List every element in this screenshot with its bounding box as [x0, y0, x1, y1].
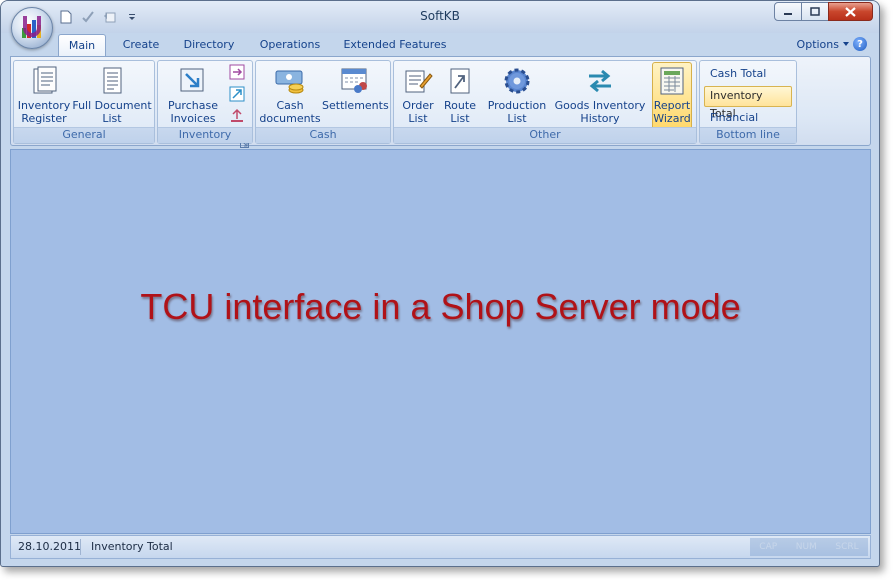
group-cash: Cash documents Settlements Cash — [255, 60, 391, 144]
exchange-arrows-icon — [589, 69, 611, 93]
settlements-icon — [341, 68, 367, 93]
goods-inventory-history-line2: History — [580, 112, 620, 125]
settlements-line1: Settlements — [322, 99, 389, 112]
caps-lock-indicator: CAP — [759, 542, 778, 552]
production-list-button[interactable]: Production List — [484, 63, 550, 127]
cash-documents-line1: Cash — [276, 99, 304, 112]
tab-create[interactable]: Create — [117, 34, 165, 56]
maximize-button[interactable] — [801, 2, 829, 21]
inventory-register-button[interactable]: Inventory Register — [16, 63, 72, 127]
order-list-line2: List — [408, 112, 428, 125]
route-list-icon — [450, 68, 470, 94]
route-list-line1: Route — [444, 99, 476, 112]
report-wizard-line1: Report — [653, 99, 691, 112]
full-document-list-line1: Full Document — [72, 99, 152, 112]
inventory-register-line2: Register — [21, 112, 67, 125]
group-general: Inventory Register Full Document List Ge… — [13, 60, 155, 144]
register-icon — [33, 66, 57, 94]
group-inventory: Purchase Invoices (PI) Inventory — [157, 60, 253, 148]
cash-documents-button[interactable]: Cash documents — [258, 63, 322, 127]
production-list-line1: Production — [487, 99, 547, 112]
route-list-button[interactable]: Route List — [440, 63, 480, 127]
report-wizard-line2: Wizard — [653, 112, 691, 125]
inventory-total-item[interactable]: Inventory Total — [704, 86, 792, 120]
title-bar: SoftKB — [1, 1, 879, 33]
status-current-view: Inventory Total — [91, 540, 173, 553]
inventory-transfer-icon[interactable] — [228, 63, 246, 81]
window-title: SoftKB — [420, 9, 460, 23]
report-wizard-button[interactable]: Report Wizard — [652, 62, 692, 130]
app-window: SoftKB Main Create Directory Operations — [0, 0, 880, 567]
inventory-write-off-icon[interactable] — [228, 85, 246, 103]
status-divider — [80, 539, 81, 555]
production-list-line2: List — [507, 112, 527, 125]
tab-operations[interactable]: Operations — [255, 34, 325, 56]
inventory-return-icon[interactable] — [228, 107, 246, 125]
group-other-label: Other — [394, 127, 696, 143]
main-content-area: TCU interface in a Shop Server mode — [10, 149, 871, 534]
route-list-line2: List — [450, 112, 470, 125]
ribbon-tabs: Main Create Directory Operations Extende… — [1, 34, 879, 58]
financial-result-item[interactable]: Financial Result — [704, 108, 792, 142]
report-icon — [660, 67, 684, 95]
full-document-list-button[interactable]: Full Document List — [72, 63, 152, 127]
group-other: Order List Route List Production List Go… — [393, 60, 697, 144]
full-document-list-line2: List — [102, 112, 122, 125]
close-button[interactable] — [828, 2, 873, 21]
purchase-invoice-icon — [180, 68, 204, 92]
tab-extended-features[interactable]: Extended Features — [341, 34, 449, 56]
order-list-line1: Order — [402, 99, 434, 112]
cash-documents-line2: documents — [259, 112, 321, 125]
group-cash-label: Cash — [256, 127, 390, 143]
scroll-lock-indicator: SCRL — [835, 542, 859, 552]
num-lock-indicator: NUM — [795, 542, 817, 552]
purchase-invoices-button[interactable]: Purchase Invoices (PI) — [160, 63, 226, 138]
group-general-label: General — [14, 127, 154, 143]
gear-icon — [504, 68, 530, 94]
order-list-button[interactable]: Order List — [396, 63, 440, 127]
group-bottom-line-label: Bottom line — [700, 127, 796, 143]
app-logo-icon — [22, 16, 41, 38]
options-menu[interactable]: Options ? — [797, 37, 867, 51]
document-list-icon — [103, 67, 122, 94]
cash-total-item[interactable]: Cash Total — [704, 64, 792, 85]
group-bottom-line: Cash Total Inventory Total Financial Res… — [699, 60, 797, 144]
content-title: TCU interface in a Shop Server mode — [140, 286, 741, 327]
inventory-register-line1: Inventory — [17, 99, 71, 112]
status-date: 28.10.2011 — [18, 540, 81, 553]
app-menu-button[interactable] — [11, 7, 53, 49]
tab-main[interactable]: Main — [58, 34, 106, 58]
tab-directory[interactable]: Directory — [181, 34, 237, 56]
options-label: Options — [796, 37, 839, 51]
purchase-invoices-line1: Purchase — [168, 99, 218, 112]
settlements-button[interactable]: Settlements — [322, 63, 389, 127]
status-key-indicators: CAP NUM SCRL — [750, 538, 868, 556]
ribbon: Inventory Register Full Document List Ge… — [10, 56, 871, 148]
window-controls — [774, 2, 873, 21]
group-inventory-label: Inventory — [158, 127, 252, 143]
goods-inventory-history-button[interactable]: Goods Inventory History — [554, 63, 646, 127]
help-icon[interactable]: ? — [853, 37, 867, 51]
chevron-down-icon — [843, 42, 849, 46]
minimize-button[interactable] — [774, 2, 802, 21]
status-bar: 28.10.2011 Inventory Total CAP NUM SCRL — [10, 535, 871, 559]
order-list-icon — [405, 70, 433, 93]
goods-inventory-history-line1: Goods Inventory — [554, 99, 646, 112]
cash-icon — [275, 70, 304, 94]
